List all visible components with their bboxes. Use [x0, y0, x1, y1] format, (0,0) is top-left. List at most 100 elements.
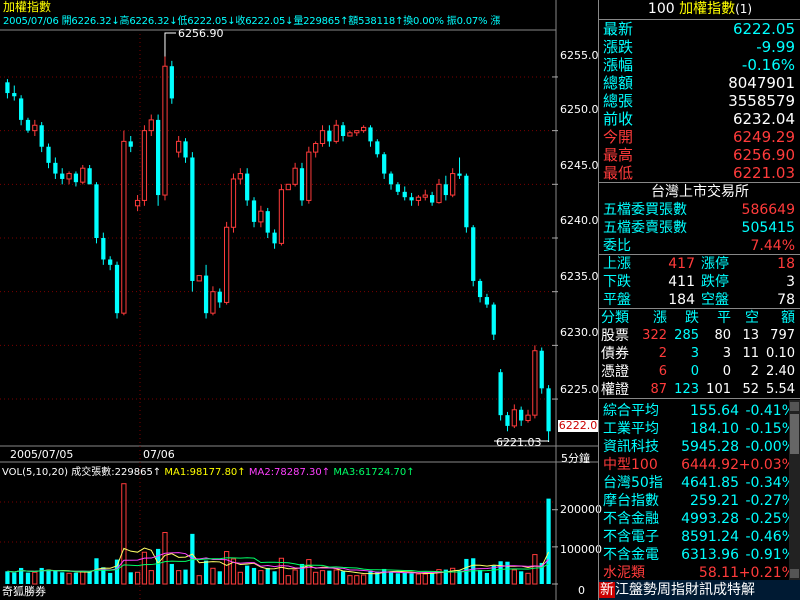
news-ticker[interactable]: 新江盤勢周指財訊成特解	[599, 580, 800, 600]
candle-body	[237, 173, 243, 180]
interval-label[interactable]: 5分鐘	[561, 452, 590, 465]
volume-bar	[519, 571, 524, 584]
candlestick-chart-svg[interactable]	[0, 0, 598, 600]
quote-row: 最高 6256.90	[601, 146, 799, 164]
stat-value: 18	[777, 256, 795, 272]
candle-body	[450, 173, 456, 196]
candle-body	[128, 141, 133, 147]
index-value: 6313.96	[681, 547, 739, 563]
breadth-cell: 13	[742, 328, 759, 343]
quote-label: 最高	[603, 146, 634, 164]
index-row[interactable]: 中型100 6444.92 +0.03%	[601, 456, 799, 474]
candle-body	[491, 304, 496, 335]
volume-bar	[60, 572, 65, 584]
volume-bar	[87, 571, 92, 584]
index-row[interactable]: 不含金融 4993.28 -0.25%	[601, 510, 799, 528]
volume-bar	[477, 569, 483, 584]
breadth-column-header: 額	[781, 310, 795, 326]
index-name: 不含電子	[603, 529, 659, 545]
index-row[interactable]: 不含電子 8591.24 -0.46%	[601, 528, 799, 546]
volume-bar	[121, 483, 127, 585]
index-change: -0.46%	[745, 529, 795, 545]
scroll-thumb[interactable]	[790, 414, 799, 454]
quote-suffix: (1)	[735, 2, 753, 16]
candle-body	[525, 414, 531, 422]
stat-label: 漲停	[701, 256, 729, 272]
quote-row: 總張 3558579	[601, 92, 799, 110]
breadth-column-header: 空	[745, 310, 759, 326]
index-row[interactable]: 綜合平均 155.64 -0.41%	[601, 402, 799, 420]
candle-body	[327, 130, 332, 142]
volume-bar	[484, 572, 490, 584]
index-change: -0.34%	[745, 475, 795, 491]
candle-body	[477, 280, 483, 298]
volume-bar	[402, 572, 407, 584]
volume-bar	[457, 570, 462, 584]
candle-body	[60, 173, 65, 179]
candle-body	[519, 409, 524, 421]
chart-area[interactable]: 加權指數 2005/07/06 開6226.32↓高6226.32↓低6222.…	[0, 0, 602, 600]
quote-value: 6232.04	[732, 110, 795, 128]
volume-bar	[354, 575, 360, 585]
price-tick: 6240.0	[560, 214, 599, 227]
volume-bar	[319, 570, 326, 585]
volume-bar	[46, 569, 51, 584]
breadth-cell: 101	[706, 382, 731, 397]
volume-bar	[196, 575, 202, 585]
price-tick: 6235.0	[560, 270, 599, 283]
candle-body	[162, 65, 168, 196]
breadth-header-row: 分類 漲 跌 平空 額	[599, 309, 800, 327]
breadth-category: 股票	[601, 328, 629, 344]
index-value: 5945.28	[681, 439, 739, 455]
candle-body	[53, 162, 58, 174]
scroll-down-arrow[interactable]	[790, 569, 799, 578]
scroll-up-arrow[interactable]	[790, 402, 799, 411]
index-row[interactable]: 資訊科技 5945.28 -0.00%	[601, 438, 799, 456]
breadth-cell: 2	[658, 346, 667, 361]
breadth-cell: 2	[750, 364, 759, 379]
candle-body	[114, 264, 120, 314]
candle-body	[5, 82, 10, 94]
quote-row: 最低 6221.03	[601, 164, 799, 182]
exchange-label: 五檔委買張數	[603, 202, 687, 218]
volume-bar	[265, 567, 270, 584]
volume-bar	[169, 563, 174, 584]
index-change: -0.27%	[745, 493, 795, 509]
breadth-cell: 0	[690, 364, 699, 379]
breadth-cell: 322	[642, 328, 667, 343]
index-name: 工業平均	[603, 421, 659, 437]
news-text: 江盤勢周指財訊成特解	[615, 582, 755, 598]
volume-bar	[361, 574, 367, 585]
candle-body	[532, 350, 538, 416]
candle-body	[217, 291, 222, 303]
index-row[interactable]: 摩台指數 259.21 -0.27%	[601, 492, 799, 510]
index-scrollbar[interactable]	[789, 400, 800, 580]
quote-label: 總張	[603, 92, 634, 110]
candle-body	[230, 178, 237, 228]
candle-body	[169, 66, 174, 99]
candle-body	[80, 167, 86, 183]
volume-bar	[148, 570, 154, 585]
index-name: 資訊科技	[603, 439, 659, 455]
index-row[interactable]: 台灣50指 4641.85 -0.34%	[601, 474, 799, 492]
quote-row: 總額 8047901	[601, 74, 799, 92]
volume-bar	[224, 551, 230, 585]
index-name: 不含金融	[603, 511, 659, 527]
chart-title: 加權指數	[3, 0, 52, 14]
quote-value: 6221.03	[732, 164, 795, 182]
stat-value: 78	[777, 292, 795, 308]
candle-body	[251, 200, 257, 222]
exchange-label: 五檔委賣張數	[603, 220, 687, 236]
index-row[interactable]: 不含金電 6313.96 -0.91%	[601, 546, 799, 564]
candle-body	[245, 173, 250, 201]
candle-body	[87, 168, 92, 185]
divider	[599, 398, 800, 399]
candle-body	[66, 173, 72, 180]
quote-value: -0.16%	[741, 56, 795, 74]
volume-bar	[73, 572, 79, 584]
index-row[interactable]: 工業平均 184.10 -0.15%	[601, 420, 799, 438]
volume-bar	[245, 565, 250, 584]
volume-total: VOL(5,10,20) 成交張數:229865↑	[2, 467, 162, 478]
volume-bar	[395, 573, 400, 584]
candle-body	[203, 275, 209, 314]
